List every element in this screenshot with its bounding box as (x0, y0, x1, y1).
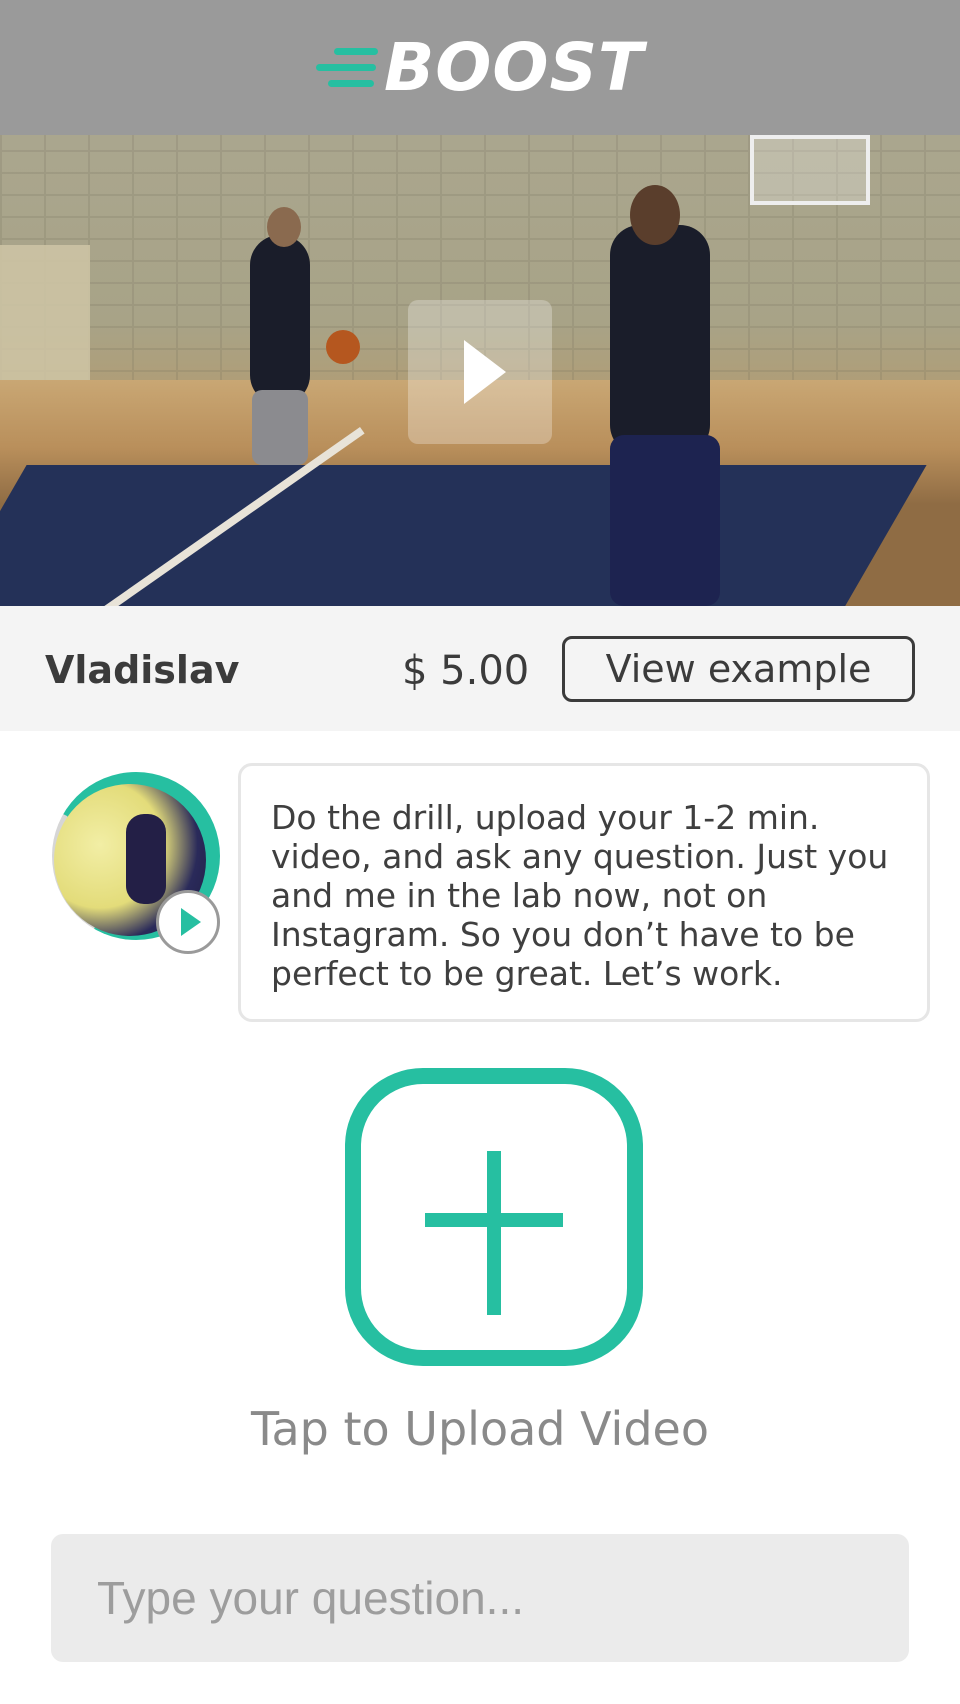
player-right (610, 225, 710, 455)
boost-logo: BOOST (315, 28, 645, 106)
coach-name: Vladislav (45, 648, 240, 692)
coach-avatar[interactable] (52, 772, 224, 954)
player-left-head (267, 207, 301, 247)
drill-price: $ 5.00 (402, 648, 530, 694)
play-icon (464, 340, 506, 404)
view-example-button[interactable]: View example (562, 636, 915, 702)
upload-video-button[interactable] (345, 1068, 643, 1366)
basketball-hoop (750, 135, 870, 205)
upload-video-label[interactable]: Tap to Upload Video (0, 1402, 960, 1456)
avatar-play-button[interactable] (156, 890, 220, 954)
video-play-button[interactable] (408, 300, 552, 444)
avatar-figure (126, 814, 166, 904)
player-left (250, 235, 310, 405)
plus-icon-vertical (487, 1151, 501, 1315)
player-left-legs (252, 390, 308, 465)
player-right-head (630, 185, 680, 245)
basketball (326, 330, 360, 364)
drill-info-bar: Vladislav $ 5.00 View example (0, 606, 960, 731)
coach-message: Do the drill, upload your 1-2 min. video… (238, 763, 930, 1022)
player-right-legs (610, 435, 720, 606)
logo-text: BOOST (383, 28, 645, 106)
question-input[interactable] (51, 1534, 909, 1662)
drill-video[interactable] (0, 135, 960, 606)
app-header: BOOST (0, 0, 960, 135)
speed-lines-icon (315, 44, 380, 92)
play-icon (181, 908, 201, 936)
